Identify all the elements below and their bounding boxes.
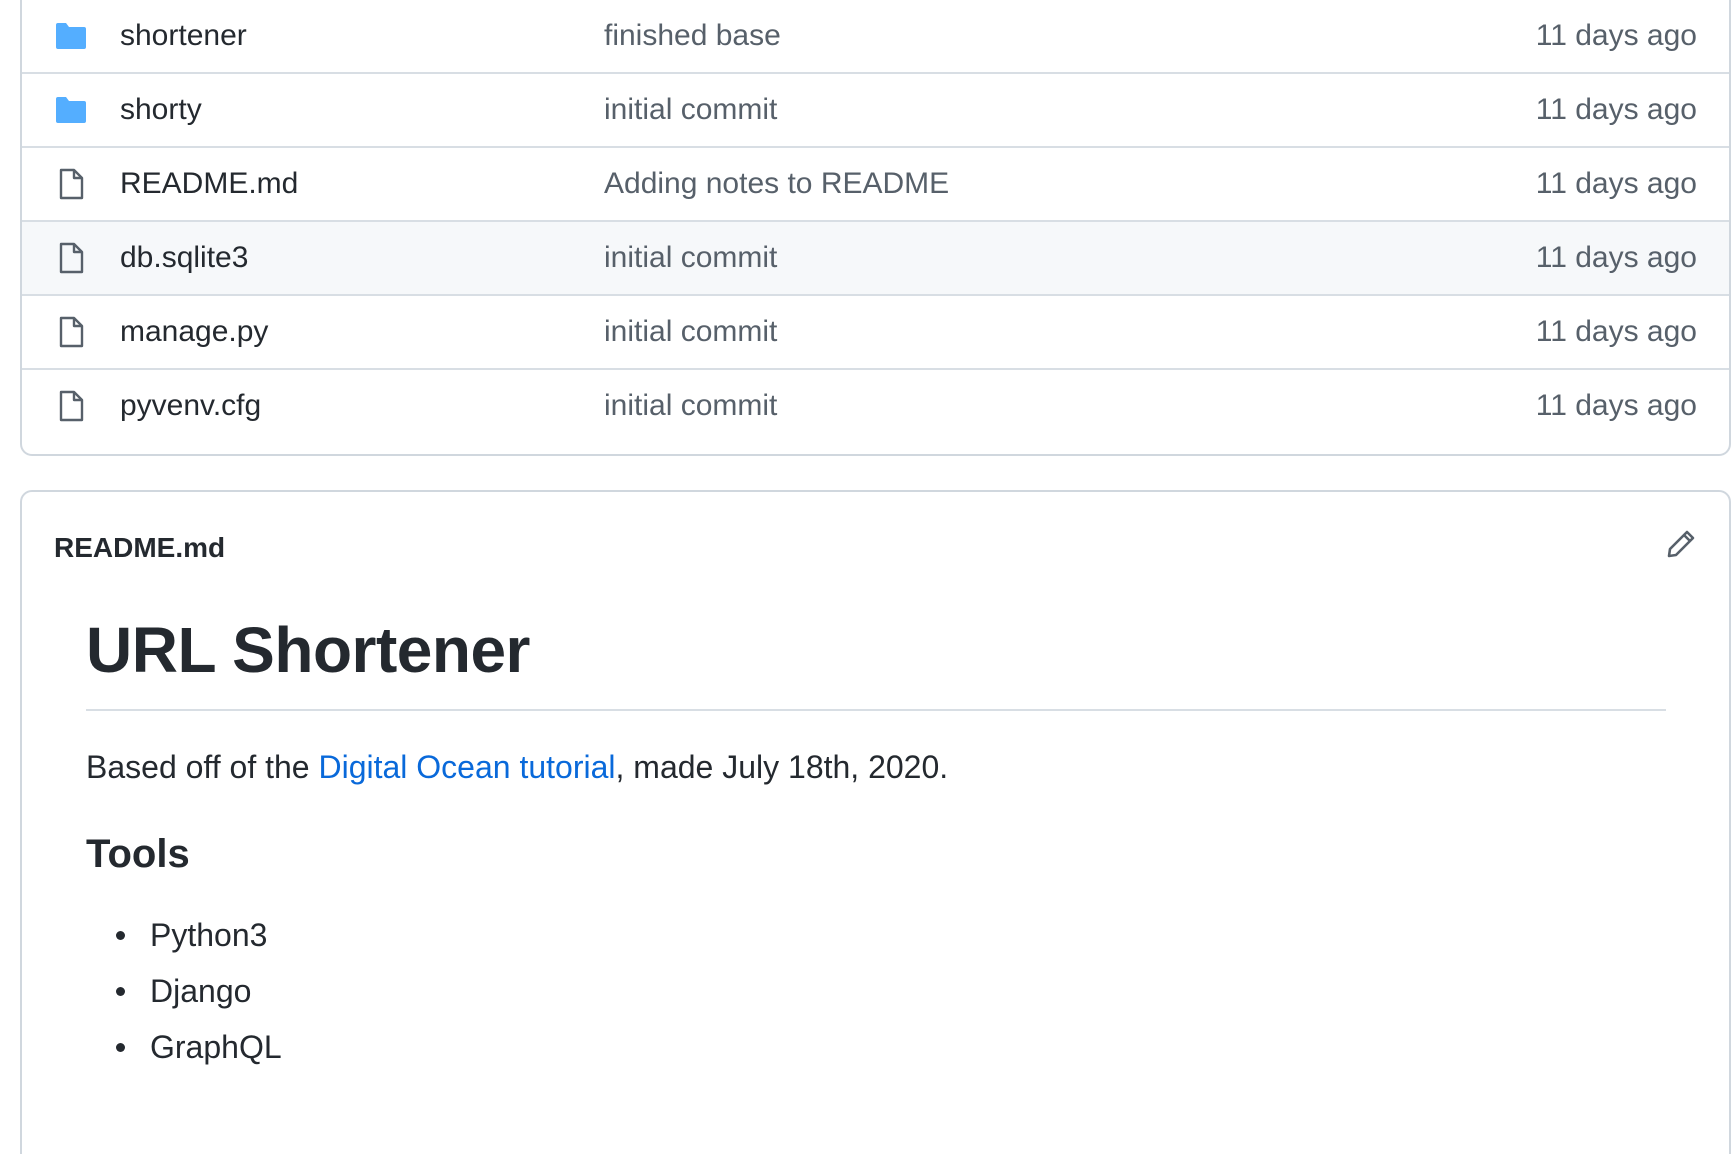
commit-message[interactable]: finished base [604,19,781,53]
commit-age: 11 days ago [1535,167,1697,200]
commit-age: 11 days ago [1535,93,1697,126]
file-icon [54,167,88,201]
commit-message[interactable]: initial commit [604,389,777,423]
folder-icon [54,93,88,127]
pencil-icon [1665,528,1697,565]
file-row-pyvenv-cfg[interactable]: pyvenv.cfg initial commit 11 days ago [22,368,1729,442]
file-name[interactable]: manage.py [120,315,268,349]
readme-title: URL Shortener [86,612,1666,711]
edit-readme-button[interactable] [1663,528,1699,564]
file-name[interactable]: shortener [120,19,247,53]
page: shortener finished base 11 days ago shor… [0,0,1736,1154]
file-icon [54,241,88,275]
file-name[interactable]: shorty [120,93,202,127]
tools-heading: Tools [86,831,190,876]
file-name[interactable]: db.sqlite3 [120,241,248,275]
commit-message[interactable]: Adding notes to README [604,167,949,201]
file-icon [54,389,88,423]
file-name[interactable]: README.md [120,167,298,201]
file-icon [54,315,88,349]
commit-age: 11 days ago [1535,315,1697,348]
list-item: Python3 [86,907,1666,963]
digital-ocean-tutorial-link[interactable]: Digital Ocean tutorial [318,749,615,785]
commit-age: 11 days ago [1535,389,1697,422]
readme-panel: README.md URL Shortener Based off of the… [20,490,1731,1154]
file-row-shorty[interactable]: shorty initial commit 11 days ago [22,72,1729,146]
file-row-shortener[interactable]: shortener finished base 11 days ago [22,0,1729,72]
readme-intro: Based off of the Digital Ocean tutorial,… [86,745,1666,790]
file-list: shortener finished base 11 days ago shor… [20,0,1731,456]
list-item: Django [86,963,1666,1019]
file-name[interactable]: pyvenv.cfg [120,389,261,423]
tools-list: Python3 Django GraphQL [86,907,1666,1075]
intro-text-suffix: , made July 18th, 2020. [615,748,949,785]
file-row-readme[interactable]: README.md Adding notes to README 11 days… [22,146,1729,220]
commit-message[interactable]: initial commit [604,93,777,127]
commit-message[interactable]: initial commit [604,241,777,275]
list-item: GraphQL [86,1019,1666,1075]
commit-message[interactable]: initial commit [604,315,777,349]
commit-age: 11 days ago [1535,241,1697,274]
file-row-manage-py[interactable]: manage.py initial commit 11 days ago [22,294,1729,368]
intro-text: Based off of the [86,748,319,785]
commit-age: 11 days ago [1535,19,1697,52]
folder-icon [54,19,88,53]
file-row-db-sqlite3[interactable]: db.sqlite3 initial commit 11 days ago [22,220,1729,294]
readme-filename: README.md [54,532,226,563]
readme-content: URL Shortener Based off of the Digital O… [86,612,1666,1075]
